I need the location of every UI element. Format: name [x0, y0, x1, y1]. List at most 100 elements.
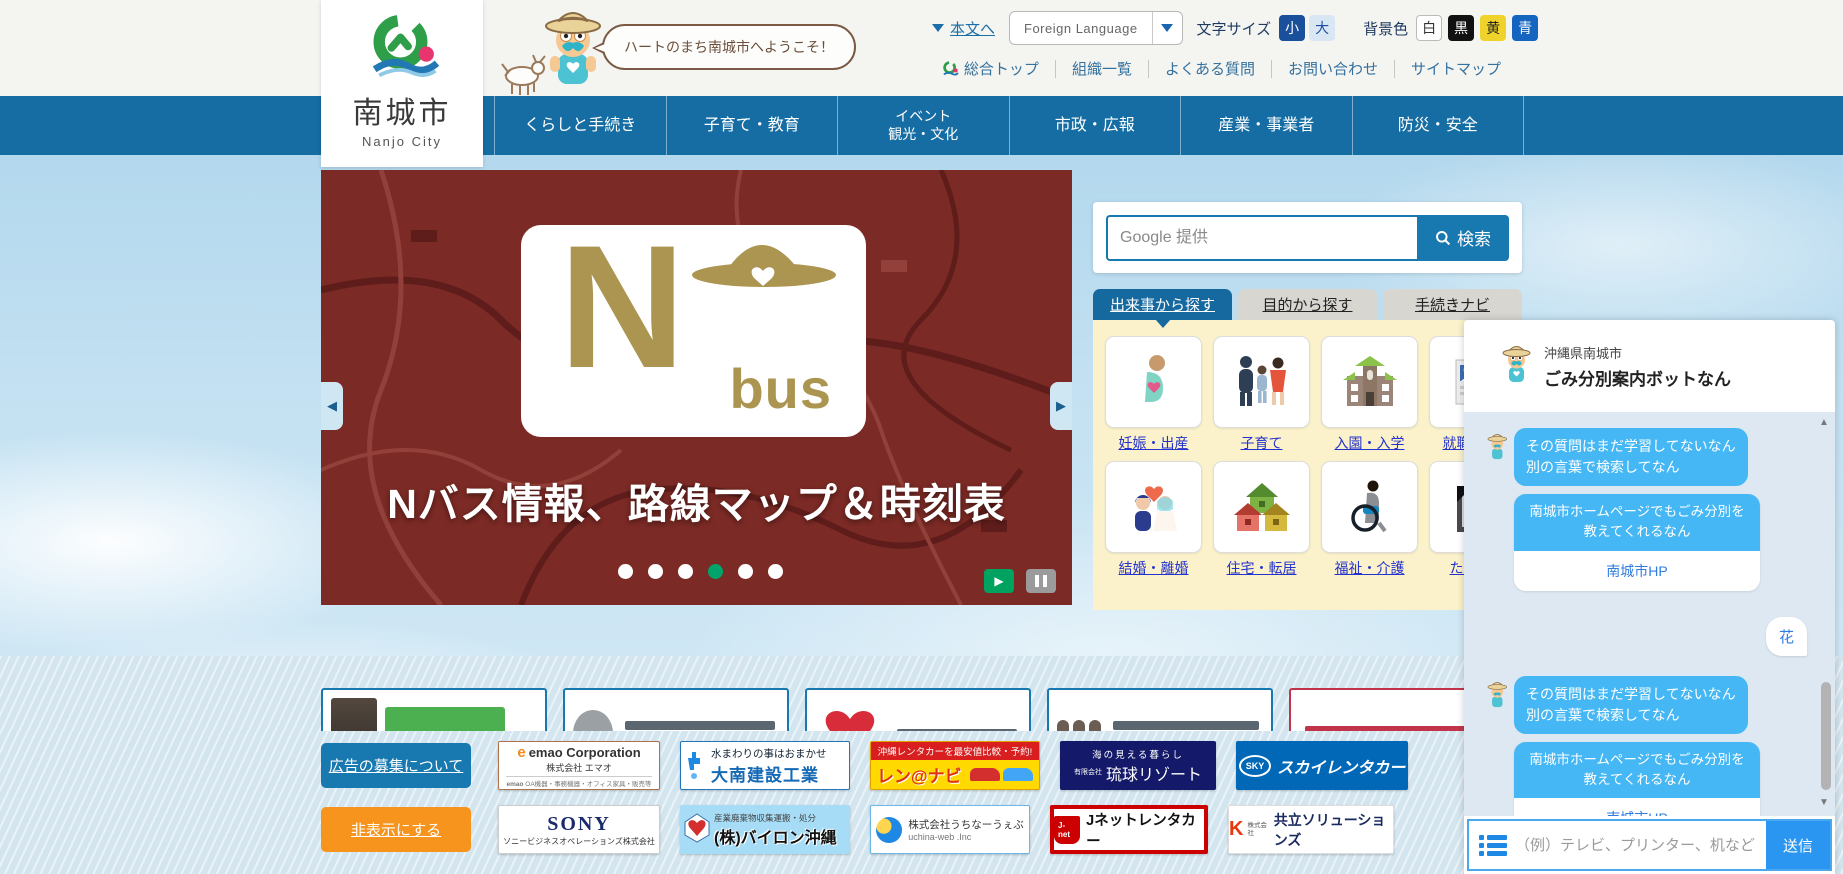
chatbot-hp-link[interactable]: 南城市HP	[1514, 550, 1760, 591]
item-list-icon[interactable]	[1479, 834, 1507, 856]
ad-banner-kyoritsu-solutions[interactable]: K 株式会社 共立ソリューションズ	[1228, 805, 1394, 854]
city-name: 南城市	[352, 97, 452, 130]
chatbot-input[interactable]	[1507, 836, 1766, 854]
ad-banner-sky-rentacar[interactable]: SKY スカイレンタカー	[1236, 741, 1408, 790]
hero-carousel: N bus Nバス情報、路線マップ＆時刻表 ▶	[321, 170, 1072, 605]
quick-link-faq[interactable]: よくある質問	[1149, 58, 1271, 79]
ad-banner-row-2: SONY ソニービジネスオペレーションズ株式会社 産業廃棄物収集運搬・処分 (株…	[498, 805, 1394, 854]
skip-to-content[interactable]: 本文へ	[932, 18, 995, 39]
language-dropdown-button[interactable]	[1151, 12, 1182, 44]
garbage-chatbot-panel: 沖縄県南城市 ごみ分別案内ボットなん その質問はまだ学習してないなん 別の言葉で…	[1464, 320, 1835, 874]
carousel-dot-1[interactable]	[618, 564, 633, 579]
skip-link[interactable]: 本文へ	[950, 18, 995, 39]
finder-item-welfare[interactable]: 福祉・介護	[1321, 461, 1418, 578]
nbus-bus: bus	[729, 357, 832, 420]
quick-link-home[interactable]: 総合トップ	[925, 58, 1055, 79]
site-logo[interactable]: 南城市 Nanjo City	[321, 0, 483, 167]
bg-white-button[interactable]: 白	[1416, 15, 1443, 41]
font-size-small-button[interactable]: 小	[1279, 15, 1306, 41]
school-icon	[1342, 356, 1397, 406]
carousel-play-button[interactable]: ▶	[984, 569, 1014, 593]
ad-banner-rennavi[interactable]: 沖縄レンタカーを最安値比較・予約! レン@ナビ	[870, 741, 1040, 790]
carousel-dot-3[interactable]	[678, 564, 693, 579]
nav-item-industry[interactable]: 産業・事業者	[1180, 96, 1352, 155]
caret-down-icon	[1161, 24, 1174, 32]
chatbot-message-area[interactable]: その質問はまだ学習してないなん 別の言葉で検索してなん 南城市ホームページでもご…	[1464, 412, 1835, 816]
chatbot-hp-link[interactable]: 南城市HP	[1514, 798, 1760, 816]
language-select[interactable]: Foreign Language	[1009, 11, 1183, 45]
hat-icon	[692, 245, 836, 287]
font-size-label: 文字サイズ	[1196, 20, 1272, 38]
caret-down-icon	[932, 24, 944, 32]
mascot-area: ハートのまち南城市へようこそ！	[500, 6, 920, 96]
nav-item-city-gov[interactable]: 市政・広報	[1008, 96, 1181, 155]
finder-tabs: 出来事から探す 目的から探す 手続きナビ	[1093, 289, 1522, 320]
quick-link-contact[interactable]: お問い合わせ	[1272, 58, 1394, 79]
finder-item-marriage[interactable]: 結婚・離婚	[1105, 461, 1202, 578]
emao-logo-icon: e	[517, 743, 526, 761]
ad-banner-dainan-kensetsu[interactable]: 水まわりの事はおまかせ 大南建設工業	[680, 741, 850, 790]
carousel-prev-arrow[interactable]: ◀	[321, 382, 343, 430]
nav-item-disaster[interactable]: 防災・安全	[1351, 96, 1524, 155]
heart-cube-logo	[684, 813, 710, 843]
ad-banner-sony[interactable]: SONY ソニービジネスオペレーションズ株式会社	[498, 805, 660, 854]
nav-item-living[interactable]: くらしと手続き	[494, 96, 666, 155]
wedding-couple-icon	[1134, 486, 1177, 531]
finder-item-childcare[interactable]: 子育て	[1213, 336, 1310, 453]
ad-recruitment-button[interactable]: 広告の募集について	[321, 743, 471, 788]
ad-banner-jnet-rentacar[interactable]: J-net Jネットレンタカー	[1050, 805, 1208, 854]
bg-black-button[interactable]: 黒	[1448, 15, 1475, 41]
finder-item-school[interactable]: 入園・入学	[1321, 336, 1418, 453]
search-button[interactable]: 検索	[1417, 214, 1509, 261]
carousel-dot-6[interactable]	[768, 564, 783, 579]
carousel-next-arrow[interactable]: ▶	[1050, 382, 1072, 430]
slide-title: Nバス情報、路線マップ＆時刻表	[387, 481, 1006, 527]
ad-banner-emao[interactable]: e emao Corporation 株式会社 エマオ emao OA機器・事務機…	[498, 741, 660, 790]
chat-scroll-down-arrow[interactable]: ▼	[1817, 796, 1831, 810]
finder-item-pregnancy[interactable]: 妊娠・出産	[1105, 336, 1202, 453]
nbus-logo-card: N bus	[521, 210, 866, 437]
search-input[interactable]	[1106, 214, 1417, 261]
tab-by-purpose[interactable]: 目的から探す	[1238, 289, 1377, 320]
tab-by-event[interactable]: 出来事から探す	[1093, 289, 1232, 320]
carousel-dot-4-active[interactable]	[708, 564, 723, 579]
quick-link-sitemap[interactable]: サイトマップ	[1395, 58, 1517, 79]
font-size-large-button[interactable]: 大	[1309, 15, 1336, 41]
carousel-dot-2[interactable]	[648, 564, 663, 579]
bg-color-label: 背景色	[1363, 20, 1409, 38]
ad-banner-row-1: e emao Corporation 株式会社 エマオ emao OA機器・事務機…	[498, 741, 1408, 790]
bot-message: その質問はまだ学習してないなん 別の言葉で検索してなん	[1472, 428, 1809, 486]
chatbot-org: 沖縄県南城市	[1544, 345, 1623, 361]
carousel-dot-5[interactable]	[738, 564, 753, 579]
nav-item-childcare[interactable]: 子育て・教育	[665, 96, 838, 155]
pregnancy-icon	[1144, 355, 1165, 402]
quick-links: 総合トップ 組織一覧 よくある質問 お問い合わせ サイトマップ	[925, 58, 1517, 79]
chat-scroll-up-arrow[interactable]: ▲	[1817, 416, 1831, 430]
chatbot-header: 沖縄県南城市 ごみ分別案内ボットなん	[1464, 320, 1835, 412]
ad-hide-button[interactable]: 非表示にする	[321, 807, 471, 852]
bg-yellow-button[interactable]: 黄	[1480, 15, 1507, 41]
ad-banner-ryukyu-resort[interactable]: 海の見える暮らし 有限会社 琉球リゾート	[1060, 741, 1216, 790]
main-nav: くらしと手続き 子育て・教育 イベント 観光・文化 市政・広報 産業・事業者 防災…	[0, 96, 1843, 155]
ad-banner-uchina-web[interactable]: 株式会社うちなーうぇぶ uchina-web .Inc	[870, 805, 1030, 854]
houses-icon	[1233, 483, 1290, 531]
chat-scrollbar-thumb[interactable]	[1821, 682, 1831, 790]
language-select-value: Foreign Language	[1024, 20, 1138, 36]
top-header	[0, 0, 1843, 96]
ad-banner-byron-okinawa[interactable]: 産業廃棄物収集運搬・処分 (株)バイロン沖縄	[680, 805, 850, 854]
nav-item-events[interactable]: イベント 観光・文化	[837, 96, 1009, 155]
chatbot-avatar	[1487, 681, 1507, 707]
mascot-character	[501, 12, 601, 95]
chatbot-send-button[interactable]: 送信	[1766, 821, 1830, 869]
quick-link-orgs[interactable]: 組織一覧	[1056, 58, 1148, 79]
bg-blue-button[interactable]: 青	[1512, 15, 1539, 41]
user-message: 花	[1472, 616, 1807, 656]
finder-item-housing[interactable]: 住宅・転居	[1213, 461, 1310, 578]
bot-message: その質問はまだ学習してないなん 別の言葉で検索してなん	[1472, 675, 1809, 734]
top-controls: 本文へ Foreign Language 文字サイズ 小 大 背景色 白 黒 黄…	[932, 11, 1539, 45]
carousel-dots	[618, 564, 783, 579]
carousel-pause-button[interactable]	[1026, 569, 1056, 593]
city-logo-icon	[943, 60, 959, 75]
jnet-logo: J-net	[1054, 815, 1081, 844]
tab-procedure-navi[interactable]: 手続きナビ	[1383, 289, 1522, 320]
